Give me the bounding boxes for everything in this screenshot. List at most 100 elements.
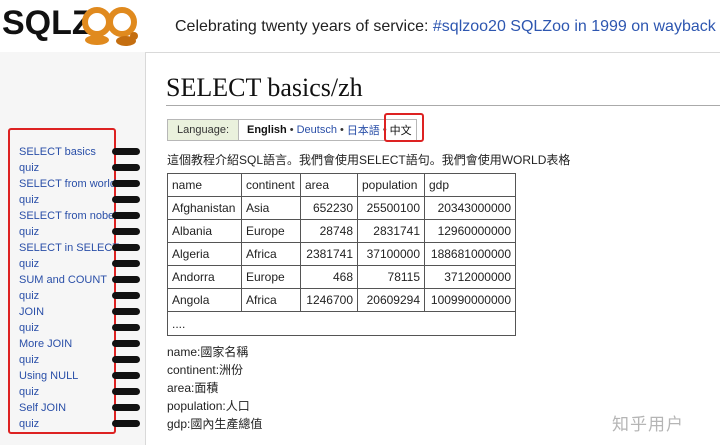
tutorial-nav: SELECT basics quiz SELECT from world qui… — [19, 144, 119, 432]
nav-quiz-5[interactable]: quiz — [19, 288, 119, 304]
spiral-ring — [112, 260, 140, 267]
table-row-ellipsis: .... — [167, 311, 516, 336]
table-cell: Europe — [241, 265, 301, 289]
nav-quiz-2[interactable]: quiz — [19, 192, 119, 208]
table-cell: Albania — [167, 219, 242, 243]
language-current: English — [247, 124, 287, 136]
nav-select-basics[interactable]: SELECT basics — [19, 144, 119, 160]
watermark: 知乎用户 — [612, 415, 684, 434]
table-cell: Asia — [241, 196, 301, 220]
table-row: Andorra Europe 468 78115 3712000000 — [167, 265, 516, 289]
spiral-ring — [112, 356, 140, 363]
notebook-spiral — [112, 146, 140, 434]
spiral-ring — [112, 372, 140, 379]
nav-quiz-4[interactable]: quiz — [19, 256, 119, 272]
spiral-ring — [112, 164, 140, 171]
table-cell: Algeria — [167, 242, 242, 266]
svg-text:SQLZ: SQLZ — [2, 4, 93, 42]
table-cell: 468 — [300, 265, 358, 289]
spiral-ring — [112, 420, 140, 427]
nav-select-from-world[interactable]: SELECT from world — [19, 176, 119, 192]
sqlzoo-logo[interactable]: SQLZ — [0, 0, 145, 50]
main-content: SELECT basics/zh Language: English • Deu… — [145, 52, 720, 445]
table-cell: Africa — [241, 288, 301, 312]
spiral-ring — [112, 292, 140, 299]
table-cell: 652230 — [300, 196, 358, 220]
table-cell: Africa — [241, 242, 301, 266]
table-cell: 20343000000 — [424, 196, 516, 220]
spiral-ring — [112, 228, 140, 235]
spiral-ring — [112, 148, 140, 155]
table-cell: Angola — [167, 288, 242, 312]
spiral-ring — [112, 244, 140, 251]
nav-using-null[interactable]: Using NULL — [19, 368, 119, 384]
table-cell: 3712000000 — [424, 265, 516, 289]
column-header: name — [167, 173, 242, 197]
nav-select-from-nobel[interactable]: SELECT from nobel — [19, 208, 119, 224]
spiral-ring — [112, 180, 140, 187]
language-bar: Language: English • Deutsch • 日本語 • 中文 — [167, 119, 417, 141]
intro-text: 這個教程介紹SQL語言。我們會使用SELECT語句。我們會使用WORLD表格 — [167, 153, 571, 167]
table-row: Angola Africa 1246700 20609294 100990000… — [167, 288, 516, 312]
language-label: Language: — [168, 120, 239, 140]
language-highlight-box — [384, 113, 424, 142]
table-row: Algeria Africa 2381741 37100000 18868100… — [167, 242, 516, 266]
bullet-separator: • — [289, 124, 294, 136]
spiral-ring — [112, 340, 140, 347]
nav-quiz-7[interactable]: quiz — [19, 352, 119, 368]
table-cell: Afghanistan — [167, 196, 242, 220]
language-option-deutsch[interactable]: Deutsch — [297, 124, 337, 136]
spiral-ring — [112, 308, 140, 315]
table-cell: 37100000 — [357, 242, 425, 266]
column-definitions: name:國家名稱 continent:洲份 area:面積 populatio… — [167, 343, 262, 433]
nav-quiz-6[interactable]: quiz — [19, 320, 119, 336]
page-title: SELECT basics/zh — [166, 73, 363, 102]
nav-sum-and-count[interactable]: SUM and COUNT — [19, 272, 119, 288]
header-tagline: Celebrating twenty years of service: #sq… — [175, 18, 716, 36]
wayback-link[interactable]: #sqlzoo20 SQLZoo in 1999 on wayback — [433, 18, 716, 35]
site-header: SQLZ Celebrating twenty years of service… — [0, 0, 720, 52]
spiral-ring — [112, 212, 140, 219]
table-cell: 12960000000 — [424, 219, 516, 243]
tagline-text: Celebrating twenty years of service: — [175, 18, 433, 35]
nav-join[interactable]: JOIN — [19, 304, 119, 320]
table-cell: 100990000000 — [424, 288, 516, 312]
definition-population: population:人口 — [167, 399, 250, 413]
table-cell: 2831741 — [357, 219, 425, 243]
spiral-ring — [112, 276, 140, 283]
bullet-separator: • — [339, 124, 344, 136]
column-header: continent — [241, 173, 301, 197]
table-cell: 1246700 — [300, 288, 358, 312]
column-header: area — [300, 173, 358, 197]
table-header-row: name continent area population gdp — [167, 173, 516, 197]
table-row: Afghanistan Asia 652230 25500100 2034300… — [167, 196, 516, 220]
title-divider — [166, 105, 720, 106]
table-cell: 188681000000 — [424, 242, 516, 266]
nav-select-in-select[interactable]: SELECT in SELECT — [19, 240, 119, 256]
table-cell: Andorra — [167, 265, 242, 289]
language-option-japanese[interactable]: 日本語 — [347, 122, 380, 138]
table-cell: 25500100 — [357, 196, 425, 220]
table-cell: 78115 — [357, 265, 425, 289]
table-ellipsis: .... — [167, 311, 516, 336]
nav-more-join[interactable]: More JOIN — [19, 336, 119, 352]
table-row: Albania Europe 28748 2831741 12960000000 — [167, 219, 516, 243]
nav-quiz-9[interactable]: quiz — [19, 416, 119, 432]
nav-self-join[interactable]: Self JOIN — [19, 400, 119, 416]
definition-area: area:面積 — [167, 381, 219, 395]
column-header: gdp — [424, 173, 516, 197]
nav-quiz-1[interactable]: quiz — [19, 160, 119, 176]
nav-quiz-3[interactable]: quiz — [19, 224, 119, 240]
spiral-ring — [112, 388, 140, 395]
table-cell: 20609294 — [357, 288, 425, 312]
definition-continent: continent:洲份 — [167, 363, 244, 377]
definition-gdp: gdp:國內生產總值 — [167, 417, 263, 431]
table-cell: 28748 — [300, 219, 358, 243]
definition-name: name:國家名稱 — [167, 345, 249, 359]
world-table: name continent area population gdp Afgha… — [167, 173, 516, 336]
column-header: population — [357, 173, 425, 197]
table-cell: Europe — [241, 219, 301, 243]
spiral-ring — [112, 404, 140, 411]
spiral-ring — [112, 196, 140, 203]
nav-quiz-8[interactable]: quiz — [19, 384, 119, 400]
